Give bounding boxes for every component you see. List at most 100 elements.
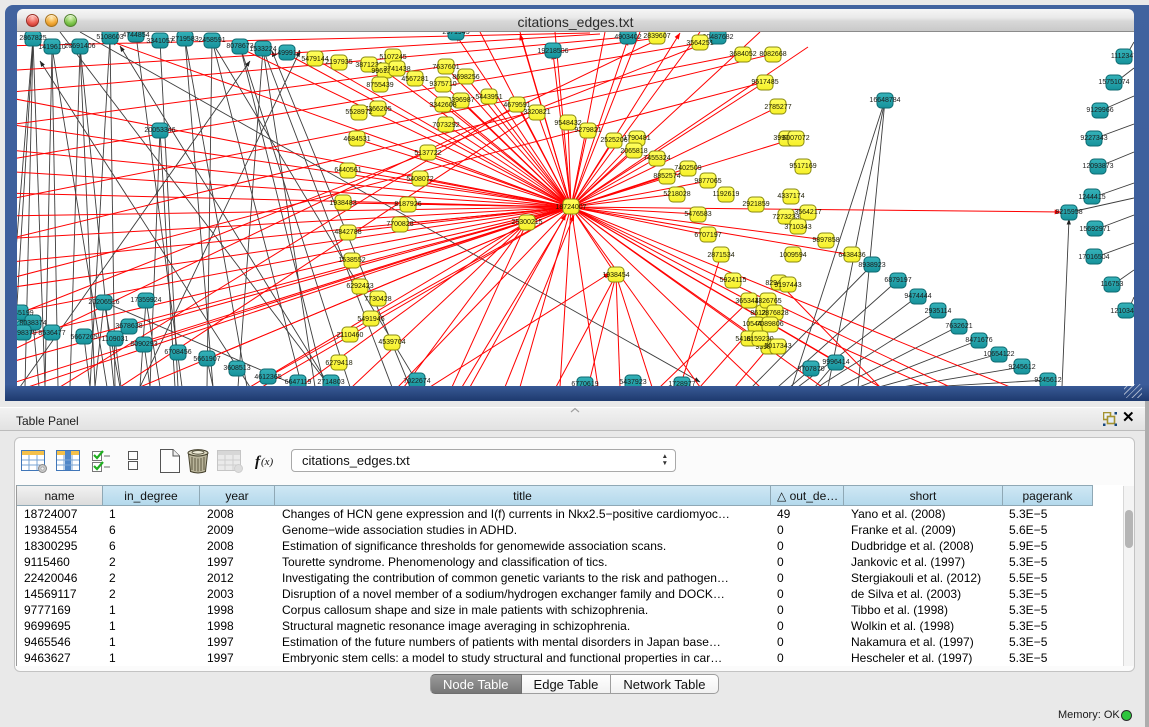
svg-text:6279418: 6279418 <box>325 360 352 367</box>
svg-text:9517485: 9517485 <box>751 79 778 86</box>
svg-text:1109031: 1109031 <box>102 336 129 343</box>
svg-text:1009594: 1009594 <box>779 252 806 259</box>
svg-text:7402509: 7402509 <box>674 165 701 172</box>
svg-text:9279821: 9279821 <box>574 127 601 134</box>
svg-text:3684052: 3684052 <box>729 51 756 58</box>
svg-text:1938483: 1938483 <box>329 200 356 207</box>
svg-text:8707870: 8707870 <box>797 366 824 373</box>
svg-text:1938454: 1938454 <box>602 272 629 279</box>
svg-text:4684531: 4684531 <box>343 136 370 143</box>
svg-text:20691406: 20691406 <box>64 43 95 50</box>
svg-text:5437923: 5437923 <box>619 379 646 386</box>
svg-text:9897858: 9897858 <box>812 237 839 244</box>
svg-text:4903402: 4903402 <box>614 34 641 41</box>
svg-text:1112347: 1112347 <box>1111 53 1134 60</box>
svg-text:5017343: 5017343 <box>764 343 791 350</box>
svg-text:3741438: 3741438 <box>383 66 410 73</box>
svg-text:2921859: 2921859 <box>742 201 769 208</box>
svg-text:5528972: 5528972 <box>345 109 372 116</box>
svg-text:2935114: 2935114 <box>925 308 952 315</box>
svg-text:20206516: 20206516 <box>88 299 119 306</box>
svg-text:9129966: 9129966 <box>1086 107 1113 114</box>
svg-text:1790481: 1790481 <box>623 135 650 142</box>
svg-text:6007072: 6007072 <box>782 135 809 142</box>
svg-text:4679591: 4679591 <box>503 102 530 109</box>
svg-text:5137722: 5137722 <box>414 150 441 157</box>
svg-text:6770619: 6770619 <box>571 381 598 386</box>
svg-text:8536477: 8536477 <box>38 330 65 337</box>
svg-text:2871534: 2871534 <box>707 252 734 259</box>
svg-text:2719583: 2719583 <box>171 36 198 43</box>
svg-text:7632621: 7632621 <box>945 323 972 330</box>
svg-text:9474444: 9474444 <box>904 293 931 300</box>
svg-text:8852574: 8852574 <box>653 173 680 180</box>
svg-text:9517169: 9517169 <box>789 163 816 170</box>
svg-text:1326765: 1326765 <box>754 298 781 305</box>
svg-text:7089806: 7089806 <box>756 321 783 328</box>
svg-text:4698379: 4698379 <box>17 330 37 337</box>
svg-text:5476583: 5476583 <box>684 211 711 218</box>
svg-text:8090293: 8090293 <box>130 341 157 348</box>
svg-text:15751074: 15751074 <box>1098 79 1129 86</box>
svg-text:116753: 116753 <box>1101 281 1124 288</box>
svg-text:5218028: 5218028 <box>663 191 690 198</box>
svg-text:2867825: 2867825 <box>19 35 46 42</box>
svg-text:5107245: 5107245 <box>379 54 406 61</box>
svg-text:6708456: 6708456 <box>164 349 191 356</box>
svg-text:20053346: 20053346 <box>144 127 175 134</box>
svg-text:5408072: 5408072 <box>406 176 433 183</box>
svg-text:8187926: 8187926 <box>394 201 421 208</box>
svg-text:2197935: 2197935 <box>325 59 352 66</box>
svg-text:8755439: 8755439 <box>366 82 393 89</box>
svg-text:4337174: 4337174 <box>777 193 804 200</box>
svg-text:1728977: 1728977 <box>668 381 695 386</box>
svg-text:7022674: 7022674 <box>403 378 430 385</box>
svg-text:3564251: 3564251 <box>686 40 713 47</box>
svg-text:6707197: 6707197 <box>694 232 721 239</box>
svg-text:8082668: 8082668 <box>759 51 786 58</box>
svg-text:1244415: 1244415 <box>1078 194 1105 201</box>
svg-text:9245612: 9245612 <box>1008 364 1035 371</box>
svg-text:8698256: 8698256 <box>452 74 479 81</box>
svg-text:12103450: 12103450 <box>1110 308 1134 315</box>
svg-text:7700828: 7700828 <box>386 221 413 228</box>
svg-text:3608513: 3608513 <box>223 365 250 372</box>
svg-text:5108603: 5108603 <box>96 34 123 41</box>
svg-text:1192619: 1192619 <box>713 191 740 198</box>
svg-text:2065818: 2065818 <box>620 148 647 155</box>
svg-text:4567281: 4567281 <box>401 76 428 83</box>
svg-text:15692971: 15692971 <box>1079 226 1110 233</box>
svg-text:2714803: 2714803 <box>317 379 344 386</box>
svg-text:8215958: 8215958 <box>1055 209 1082 216</box>
svg-text:9375710: 9375710 <box>429 81 456 88</box>
svg-text:1499914: 1499914 <box>273 50 300 57</box>
svg-text:(x): (x) <box>261 456 274 468</box>
svg-text:8938923: 8938923 <box>858 262 885 269</box>
svg-text:4539704: 4539704 <box>378 339 405 346</box>
svg-text:5491946: 5491946 <box>357 316 384 323</box>
svg-text:2876828: 2876828 <box>761 310 788 317</box>
svg-text:8471676: 8471676 <box>965 337 992 344</box>
svg-text:10654122: 10654122 <box>983 351 1014 358</box>
svg-text:2458591: 2458591 <box>198 37 225 44</box>
svg-text:9227343: 9227343 <box>1080 135 1107 142</box>
svg-text:6438436: 6438436 <box>838 252 865 259</box>
svg-text:1419610: 1419610 <box>38 44 65 51</box>
svg-text:4842788: 4842788 <box>334 229 361 236</box>
svg-text:9996414: 9996414 <box>822 359 849 366</box>
svg-text:9877065: 9877065 <box>694 178 721 185</box>
svg-text:7637601: 7637601 <box>432 64 459 71</box>
svg-text:9245612: 9245612 <box>1034 377 1061 384</box>
svg-text:2571945: 2571945 <box>442 32 469 36</box>
svg-text:12093873: 12093873 <box>1082 163 1113 170</box>
svg-text:3678638: 3678638 <box>115 323 142 330</box>
svg-text:9197443: 9197443 <box>774 282 801 289</box>
svg-text:5667265: 5667265 <box>70 334 97 341</box>
svg-text:3710343: 3710343 <box>784 224 811 231</box>
svg-text:3320821: 3320821 <box>523 109 550 116</box>
svg-text:16648784: 16648784 <box>869 97 900 104</box>
svg-text:2785277: 2785277 <box>764 104 791 111</box>
svg-text:18724007: 18724007 <box>555 204 586 211</box>
svg-text:9548432: 9548432 <box>554 120 581 127</box>
svg-text:17359924: 17359924 <box>130 297 161 304</box>
